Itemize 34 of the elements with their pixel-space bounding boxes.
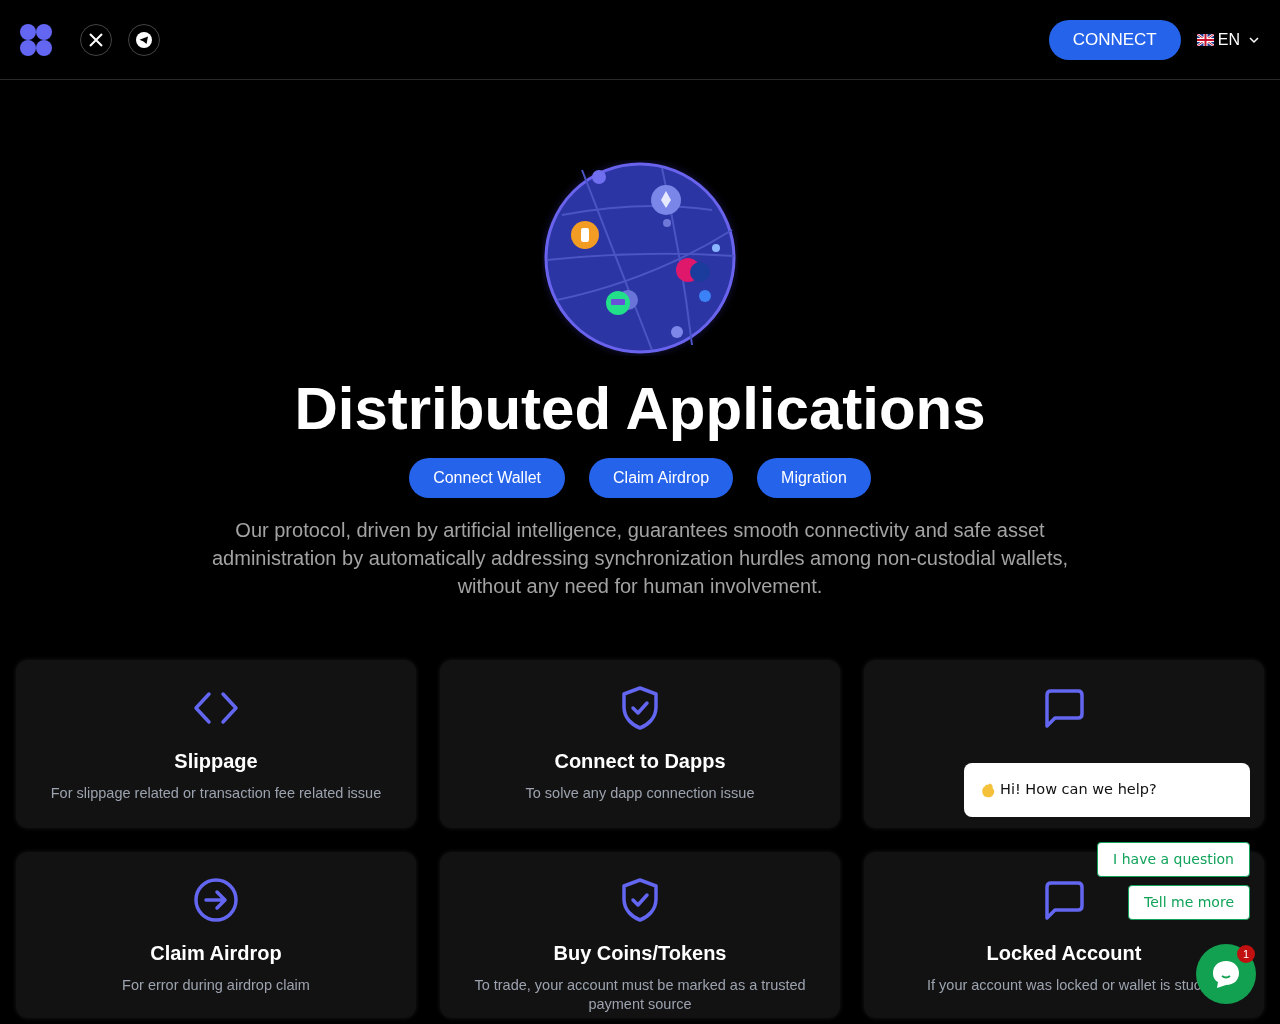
card-description: For error during airdrop claim — [121, 976, 311, 995]
code-icon — [193, 690, 239, 726]
hero-title: Distributed Applications — [293, 376, 987, 442]
card-title: Buy Coins/Tokens — [553, 941, 727, 966]
card-title: Claim Airdrop — [150, 941, 282, 966]
card-title: Connect to Dapps — [554, 749, 726, 774]
arrow-circle-icon — [193, 877, 239, 923]
feature-card[interactable]: Buy Coins/Tokens To trade, your account must be marked as a trusted payment source — [440, 852, 840, 1018]
chat-icon — [1043, 687, 1085, 729]
feature-card[interactable]: Connect to Dapps To solve any dapp connection issue — [440, 660, 840, 828]
chat-icon — [1043, 879, 1085, 921]
connect-button[interactable]: CONNECT — [1048, 19, 1181, 60]
feature-card[interactable]: Claim Airdrop For error during airdrop claim — [16, 852, 416, 1018]
chat-greeting-text: Hi! How can we help? — [1000, 780, 1157, 800]
card-title: Locked Account — [986, 941, 1142, 966]
chat-bubble-icon — [1211, 959, 1241, 989]
card-title: Slippage — [174, 749, 258, 774]
chevron-down-icon — [1248, 35, 1260, 44]
flag-icon — [1196, 33, 1214, 46]
hero-button[interactable]: Migration — [757, 458, 871, 498]
feature-card[interactable]: Slippage For slippage related or transaction fee related issue — [16, 660, 416, 828]
x-icon — [89, 32, 103, 47]
paper-plane-icon — [136, 31, 152, 48]
logo-icon[interactable] — [20, 23, 52, 56]
hero-button[interactable]: Claim Airdrop — [589, 458, 734, 498]
shield-check-icon — [621, 685, 659, 731]
hero-button[interactable]: Connect Wallet — [409, 458, 566, 498]
hero-description: Our protocol, driven by artificial intelligence, guarantees smooth connectivity and safe asset administration by automatically addressing synchronization hurdles among non-custodial wallets, without any need for human involvement. — [211, 518, 1069, 599]
shield-check-icon — [621, 877, 659, 923]
card-description: For slippage related or transaction fee related issue — [49, 784, 383, 803]
language-selector[interactable]: EN — [1196, 27, 1260, 52]
card-description: To trade, your account must be marked as a trusted payment source — [473, 976, 807, 1014]
card-description: If your account was locked or wallet is stuc — [926, 976, 1202, 995]
card-description: To solve any dapp connection issue — [524, 784, 756, 803]
